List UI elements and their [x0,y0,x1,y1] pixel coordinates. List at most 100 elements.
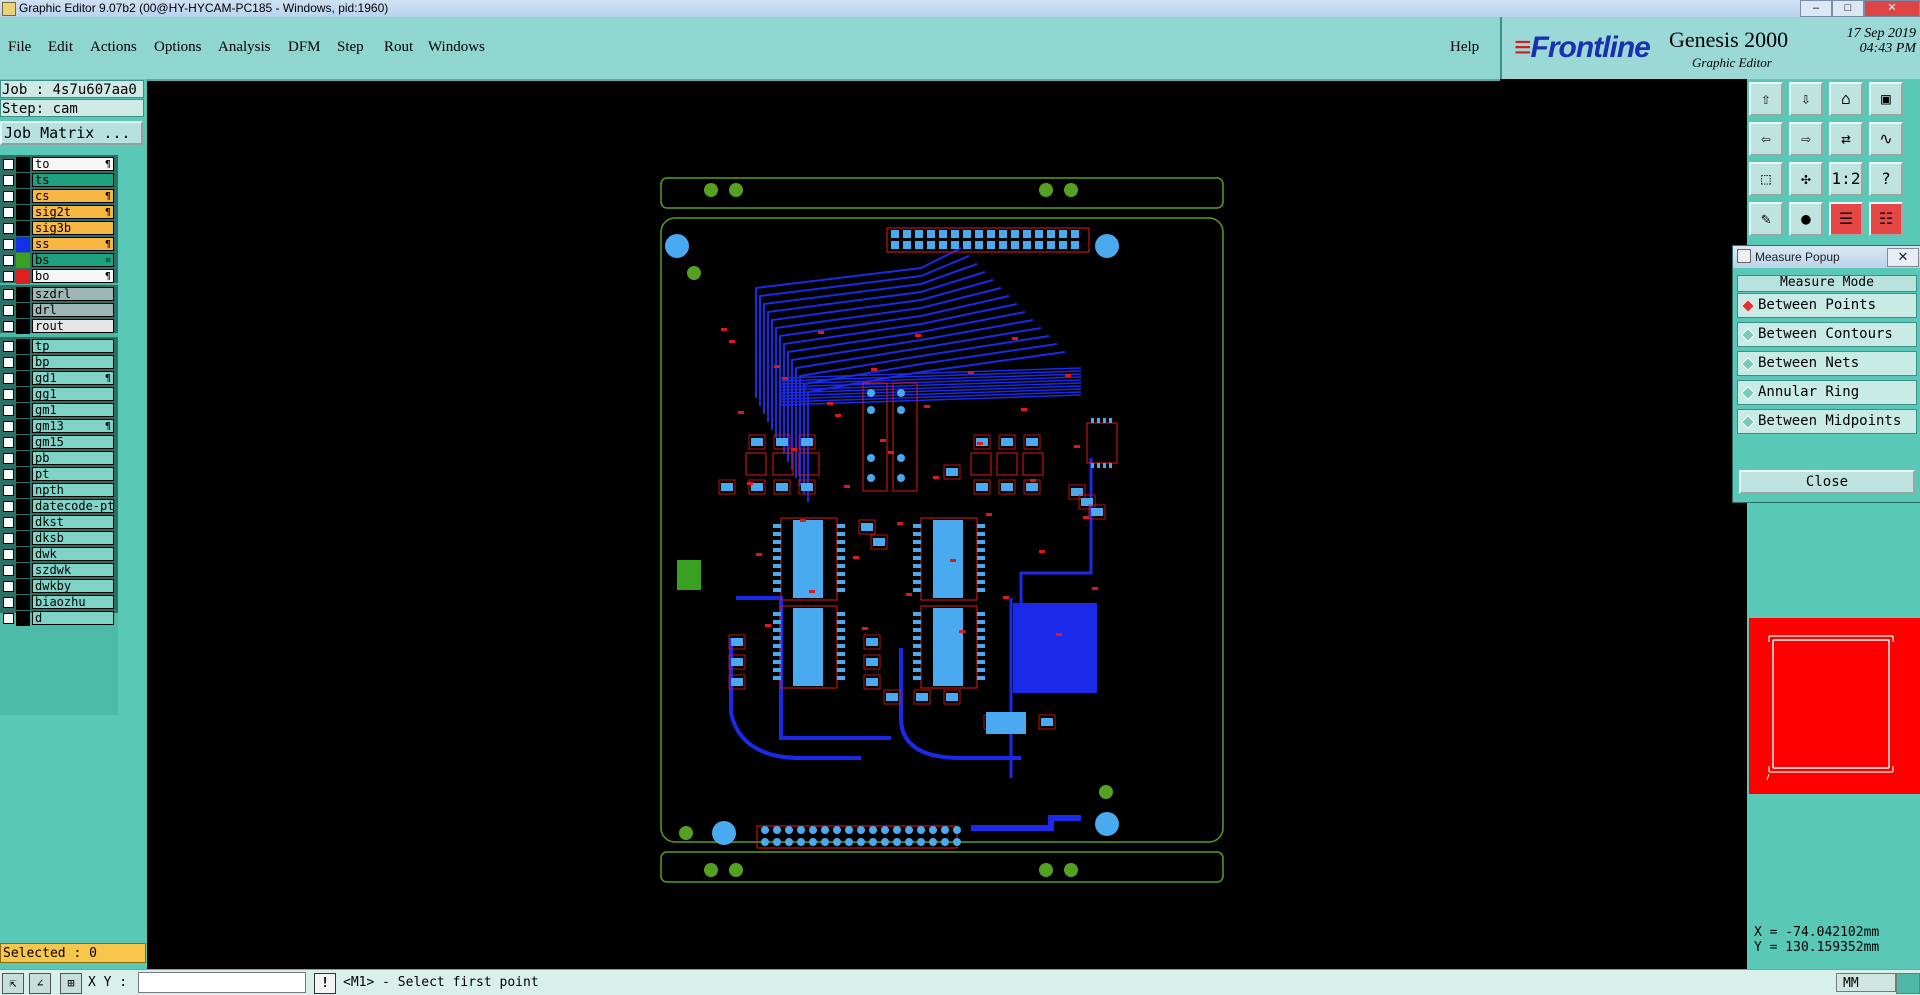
menu-windows[interactable]: Windows [428,39,485,56]
zoom-fit-icon[interactable]: ⬚ [1749,162,1783,196]
layer-name[interactable]: gm13 ¶ [32,419,114,433]
layer-row[interactable]: d [0,611,118,626]
layer-checkbox[interactable] [3,597,14,608]
pan-icon[interactable]: ✣ [1789,162,1823,196]
graphic-canvas[interactable] [147,79,1747,969]
layer-checkbox[interactable] [3,271,14,282]
maximize-button[interactable]: □ [1832,0,1864,17]
menu-dfm[interactable]: DFM [288,39,321,56]
move-left-icon[interactable]: ⇦ [1749,122,1783,156]
layer-row[interactable]: gd1 ¶ [0,371,118,386]
layer-checkbox[interactable] [3,405,14,416]
layer-row[interactable]: szdwk [0,563,118,578]
layer-color-swatch[interactable] [16,403,30,418]
layer-name[interactable]: gm1 [32,403,114,417]
units-dropdown-icon[interactable] [1896,973,1920,994]
measure-option-annular-ring[interactable]: Annular Ring [1737,380,1917,405]
layer-checkbox[interactable] [3,223,14,234]
layer-name[interactable]: to ¶ [32,157,114,171]
layer-name[interactable]: pt [32,467,114,481]
layer-color-swatch[interactable] [16,253,30,268]
layer-name[interactable]: gm15 [32,435,114,449]
layer-checkbox[interactable] [3,321,14,332]
layer-name[interactable]: szdwk [32,563,114,577]
close-icon[interactable]: ✕ [1887,248,1919,267]
layer-name[interactable]: pb [32,451,114,465]
layer-row[interactable]: sig3b [0,221,118,236]
layer-row[interactable]: bp [0,355,118,370]
measure-option-between-points[interactable]: Between Points [1737,293,1917,318]
layer-row[interactable]: biaozhu [0,595,118,610]
layer-checkbox[interactable] [3,581,14,592]
layer-checkbox[interactable] [3,485,14,496]
layer-name[interactable]: gg1 [32,387,114,401]
layer-checkbox[interactable] [3,255,14,266]
menu-help[interactable]: Help [1450,39,1479,56]
layer-color-swatch[interactable] [16,467,30,482]
layer-checkbox[interactable] [3,533,14,544]
layer-row[interactable]: gg1 [0,387,118,402]
layer-name[interactable]: gd1 ¶ [32,371,114,385]
step-up-icon[interactable]: ⇧ [1749,82,1783,116]
layer-color-swatch[interactable] [16,595,30,610]
layer-color-swatch[interactable] [16,205,30,220]
pcb-view[interactable] [147,79,1747,969]
layer-checkbox[interactable] [3,437,14,448]
layer-toggle-icon[interactable]: ☰ [1829,202,1863,236]
layer-checkbox[interactable] [3,289,14,300]
layer-color-swatch[interactable] [16,303,30,318]
layer-name[interactable]: bo ¶ [32,269,114,283]
layer-row[interactable]: pt [0,467,118,482]
layer-name[interactable]: rout [32,319,114,333]
layer-checkbox[interactable] [3,305,14,316]
layer-name[interactable]: d [32,611,114,625]
layer-row[interactable]: datecode-pt [0,499,118,514]
layer-checkbox[interactable] [3,501,14,512]
menu-actions[interactable]: Actions [90,39,137,56]
layer-row[interactable]: gm15 [0,435,118,450]
layer-color-swatch[interactable] [16,483,30,498]
layer-color-swatch[interactable] [16,579,30,594]
layer-name[interactable]: npth [32,483,114,497]
layer-row[interactable]: npth [0,483,118,498]
layer-color-swatch[interactable] [16,237,30,252]
menu-options[interactable]: Options [154,39,202,56]
prompt-alert-icon[interactable]: ! [314,973,336,994]
layer-checkbox[interactable] [3,175,14,186]
units-select[interactable]: MM [1836,973,1896,992]
layer-name[interactable]: szdrl [32,287,114,301]
menu-edit[interactable]: Edit [48,39,73,56]
layer-row[interactable]: tp [0,339,118,354]
layer-row[interactable]: drl [0,303,118,318]
snap-icon[interactable]: ∿ [1869,122,1903,156]
layer-color-swatch[interactable] [16,221,30,236]
layer-name[interactable]: ts [32,173,114,187]
probe-icon[interactable]: ● [1789,202,1823,236]
layer-checkbox[interactable] [3,159,14,170]
close-window-button[interactable]: ✕ [1864,0,1920,17]
layer-row[interactable]: to ¶ [0,157,118,172]
layer-row[interactable]: pb [0,451,118,466]
layer-order-icon[interactable]: ☷ [1869,202,1903,236]
help-icon[interactable]: ? [1869,162,1903,196]
layer-color-swatch[interactable] [16,515,30,530]
layer-checkbox[interactable] [3,549,14,560]
layer-color-swatch[interactable] [16,419,30,434]
layer-checkbox[interactable] [3,357,14,368]
layer-row[interactable]: gm13 ¶ [0,419,118,434]
layer-color-swatch[interactable] [16,157,30,172]
select-tool-icon[interactable]: ⇱ [2,973,24,994]
layer-color-swatch[interactable] [16,611,30,626]
measure-option-between-midpoints[interactable]: Between Midpoints [1737,409,1917,434]
layer-name[interactable]: dksb [32,531,114,545]
layer-row[interactable]: ts [0,173,118,188]
layer-checkbox[interactable] [3,517,14,528]
grid-tool-icon[interactable]: ⊞ [60,973,82,994]
mirror-icon[interactable]: ⇄ [1829,122,1863,156]
measure-option-between-contours[interactable]: Between Contours [1737,322,1917,347]
layer-row[interactable]: rout [0,319,118,334]
layer-color-swatch[interactable] [16,319,30,334]
measure-option-between-nets[interactable]: Between Nets [1737,351,1917,376]
layer-name[interactable]: cs ¶ [32,189,114,203]
layer-checkbox[interactable] [3,421,14,432]
